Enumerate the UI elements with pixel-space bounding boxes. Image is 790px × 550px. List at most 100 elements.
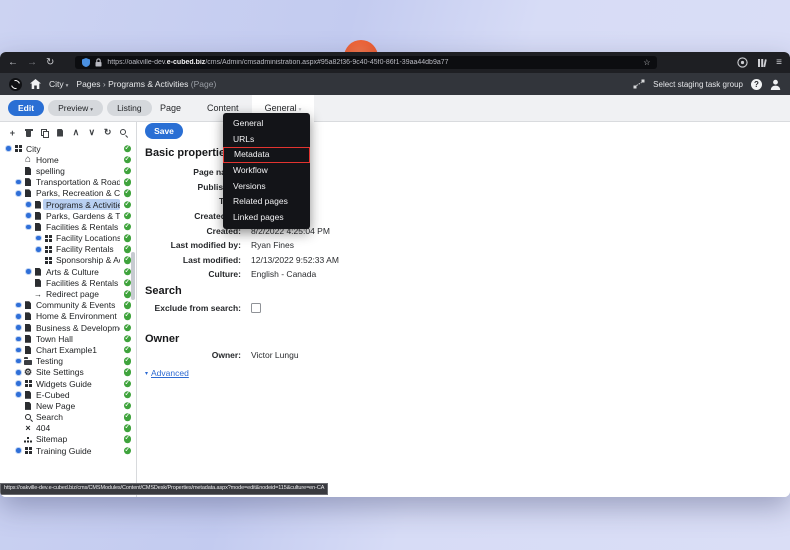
- search-icon[interactable]: [119, 128, 128, 138]
- expand-toggle-icon[interactable]: [14, 314, 23, 319]
- doc-icon: [23, 166, 33, 176]
- tree-item-business-development[interactable]: Business & Development: [0, 322, 136, 333]
- reload-icon[interactable]: ↻: [46, 52, 54, 73]
- tree-item-testing[interactable]: Testing: [0, 356, 136, 367]
- move-up-icon[interactable]: ∧: [72, 127, 81, 138]
- tree-item-arts-culture[interactable]: Arts & Culture: [0, 266, 136, 277]
- help-icon[interactable]: ?: [751, 78, 762, 90]
- tree-item-parks-gardens-trails[interactable]: Parks, Gardens & Trails: [0, 210, 136, 221]
- doc-icon: [23, 401, 33, 411]
- exclude-from-search-checkbox[interactable]: [251, 303, 261, 314]
- tree-item-widgets-guide[interactable]: Widgets Guide: [0, 378, 136, 389]
- tracking-shield-icon[interactable]: [82, 58, 91, 67]
- tree-item-new-page[interactable]: New Page: [0, 400, 136, 411]
- tree-scrollbar[interactable]: [131, 252, 135, 300]
- staging-icon[interactable]: [633, 79, 645, 89]
- expand-toggle-icon[interactable]: [14, 359, 23, 364]
- menu-item-metadata[interactable]: Metadata: [223, 147, 310, 164]
- copy-icon[interactable]: [40, 128, 49, 138]
- breadcrumb-pages[interactable]: Pages: [76, 79, 100, 89]
- expand-toggle-icon[interactable]: [14, 381, 23, 386]
- property-row: Last modified: 12/13/2022 9:52:33 AM: [137, 253, 790, 268]
- tree-item-home-environment[interactable]: Home & Environment: [0, 311, 136, 322]
- menu-item-related-pages[interactable]: Related pages: [223, 194, 310, 210]
- forward-icon[interactable]: →: [27, 52, 37, 73]
- tree-item-e-cubed[interactable]: E-Cubed: [0, 389, 136, 400]
- tree-item-chart-example1[interactable]: Chart Example1: [0, 344, 136, 355]
- expand-toggle-icon[interactable]: [24, 202, 33, 207]
- tree-item-town-hall[interactable]: Town Hall: [0, 333, 136, 344]
- tree-item-programs-activities[interactable]: Programs & Activities: [0, 199, 136, 211]
- expand-toggle-icon[interactable]: [24, 213, 33, 218]
- save-button[interactable]: Save: [145, 123, 183, 139]
- app-header: City ▾ Pages › Programs & Activities (Pag…: [0, 73, 790, 95]
- cms-logo-icon[interactable]: [9, 77, 22, 91]
- tree-item-facility-locations[interactable]: Facility Locations: [0, 233, 136, 244]
- tree-item-redirect-page[interactable]: → Redirect page: [0, 288, 136, 299]
- property-row: Last modified by: Ryan Fines: [137, 238, 790, 253]
- menu-item-workflow[interactable]: Workflow: [223, 163, 310, 179]
- add-icon[interactable]: +: [8, 128, 17, 138]
- tree-item-label: E-Cubed: [36, 389, 70, 400]
- move-down-icon[interactable]: ∨: [87, 127, 96, 138]
- tree-item-facilities-rentals[interactable]: Facilities & Rentals: [0, 221, 136, 232]
- edit-button[interactable]: Edit: [8, 100, 45, 116]
- expand-toggle-icon[interactable]: [24, 269, 33, 274]
- tree-item-home[interactable]: ⌂ Home: [0, 154, 136, 165]
- expand-toggle-icon[interactable]: [24, 225, 33, 230]
- tree-item-city[interactable]: City: [0, 143, 136, 154]
- expand-toggle-icon[interactable]: [4, 146, 13, 151]
- user-icon[interactable]: [770, 79, 781, 90]
- advanced-toggle[interactable]: ▾ Advanced: [145, 368, 189, 378]
- grid-icon: [43, 233, 53, 243]
- expand-toggle-icon[interactable]: [14, 348, 23, 353]
- expand-toggle-icon[interactable]: [34, 236, 43, 241]
- expand-toggle-icon[interactable]: [14, 370, 23, 375]
- expand-toggle-icon[interactable]: [14, 303, 23, 308]
- site-selector[interactable]: City ▾: [49, 79, 68, 89]
- expand-toggle-icon[interactable]: [14, 325, 23, 330]
- bookmark-star-icon[interactable]: ☆: [643, 58, 650, 67]
- expand-toggle-icon[interactable]: [14, 337, 23, 342]
- doc-icon: [33, 222, 43, 232]
- back-icon[interactable]: ←: [8, 52, 18, 73]
- refresh-icon[interactable]: ↻: [103, 127, 112, 138]
- tree-item-training-guide[interactable]: Training Guide: [0, 445, 136, 456]
- tree-item-spelling[interactable]: spelling: [0, 165, 136, 176]
- listing-button[interactable]: Listing: [107, 100, 152, 116]
- tab-page[interactable]: Page: [147, 95, 194, 122]
- menu-item-urls[interactable]: URLs: [223, 132, 310, 148]
- preview-button[interactable]: Preview ▾: [48, 100, 104, 116]
- library-icon[interactable]: [757, 58, 767, 68]
- general-dropdown-menu: General URLs Metadata Workflow Versions Relat…: [223, 113, 310, 229]
- delete-icon[interactable]: [24, 128, 33, 138]
- menu-item-general[interactable]: General: [223, 116, 310, 132]
- property-value: English - Canada: [251, 269, 317, 280]
- address-bar[interactable]: https://oakville-dev.e-cubed.biz/cms/Adm…: [75, 56, 658, 69]
- menu-icon[interactable]: ≡: [776, 52, 782, 73]
- account-shield-icon[interactable]: [737, 57, 748, 68]
- tree-item-label: New Page: [36, 400, 76, 411]
- tree-item-sitemap[interactable]: Sitemap: [0, 434, 136, 445]
- home-icon[interactable]: [30, 79, 41, 89]
- menu-item-versions[interactable]: Versions: [223, 179, 310, 195]
- tree-item-parks-recreation-culture[interactable]: Parks, Recreation & Culture: [0, 188, 136, 199]
- tree-item-community-events[interactable]: Community & Events: [0, 300, 136, 311]
- menu-item-linked-pages[interactable]: Linked pages: [223, 210, 310, 226]
- tree-item-facilities-rentals-broken-pa[interactable]: Facilities & Rentals Broken Pa: [0, 277, 136, 288]
- expand-toggle-icon[interactable]: [34, 247, 43, 252]
- expand-toggle-icon[interactable]: [14, 180, 23, 185]
- expand-toggle-icon[interactable]: [14, 191, 23, 196]
- tree-item-sponsorship-advertising[interactable]: Sponsorship & Advertising: [0, 255, 136, 266]
- tree-item-search[interactable]: Search: [0, 412, 136, 423]
- property-label: Last modified by:: [170, 240, 241, 251]
- expand-toggle-icon[interactable]: [14, 448, 23, 453]
- published-check-icon: [123, 189, 131, 198]
- expand-toggle-icon[interactable]: [14, 392, 23, 397]
- tree-item-facility-rentals[interactable]: Facility Rentals: [0, 244, 136, 255]
- move-icon[interactable]: [56, 128, 65, 138]
- staging-label[interactable]: Select staging task group: [653, 80, 743, 89]
- tree-item-404[interactable]: × 404: [0, 423, 136, 434]
- tree-item-transportation-roads[interactable]: Transportation & Roads: [0, 177, 136, 188]
- tree-item-site-settings[interactable]: ⚙ Site Settings: [0, 367, 136, 378]
